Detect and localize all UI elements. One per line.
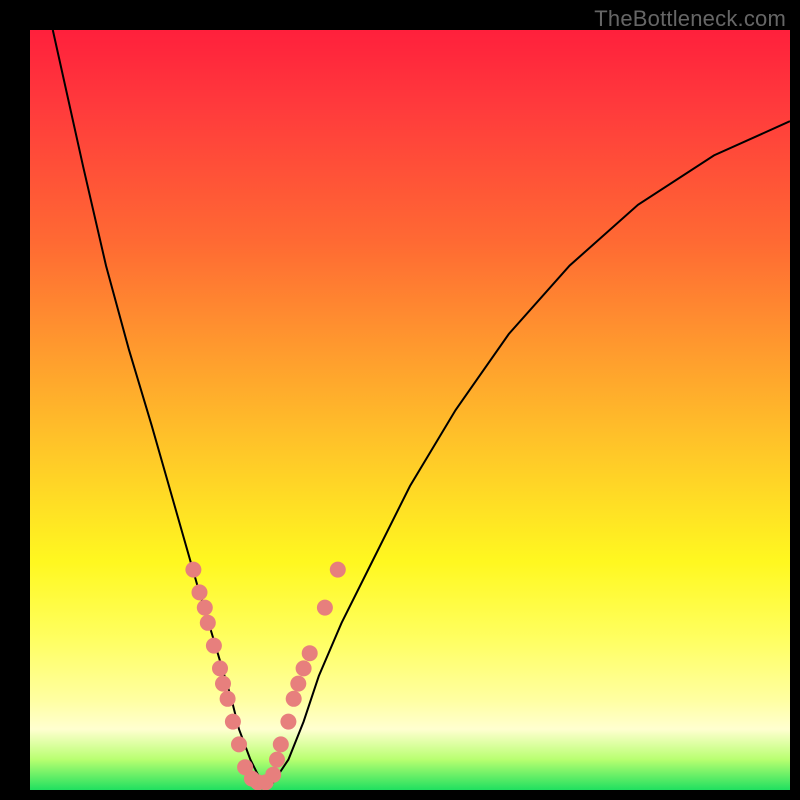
- data-point: [225, 714, 241, 730]
- data-point: [185, 562, 201, 578]
- data-point: [269, 752, 285, 768]
- data-point: [273, 736, 289, 752]
- data-point: [197, 600, 213, 616]
- data-point: [192, 584, 208, 600]
- plot-area: [30, 30, 790, 790]
- bottleneck-chart: [30, 30, 790, 790]
- chart-frame: TheBottleneck.com: [0, 0, 800, 800]
- data-point: [215, 676, 231, 692]
- data-point: [280, 714, 296, 730]
- data-point: [317, 600, 333, 616]
- data-point: [286, 691, 302, 707]
- data-point: [302, 645, 318, 661]
- data-point: [330, 562, 346, 578]
- data-point: [265, 767, 281, 783]
- bottleneck-curve: [53, 30, 790, 782]
- data-point: [212, 660, 228, 676]
- data-point: [220, 691, 236, 707]
- watermark-text: TheBottleneck.com: [594, 6, 786, 32]
- data-points: [185, 562, 345, 790]
- data-point: [231, 736, 247, 752]
- data-point: [296, 660, 312, 676]
- data-point: [206, 638, 222, 654]
- data-point: [290, 676, 306, 692]
- data-point: [200, 615, 216, 631]
